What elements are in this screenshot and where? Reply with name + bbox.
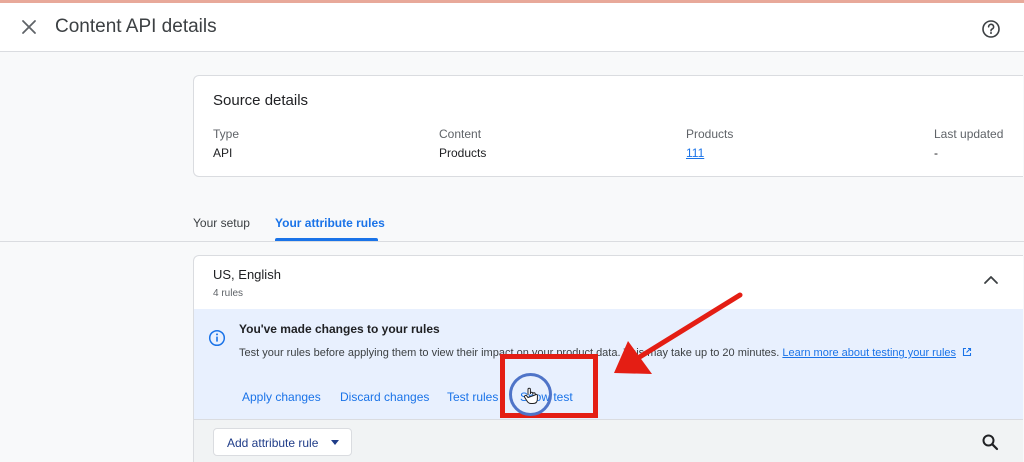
help-button[interactable] — [976, 14, 1006, 44]
search-button[interactable] — [980, 432, 1000, 452]
detail-value: - — [934, 146, 938, 160]
test-rules-button[interactable]: Test rules — [447, 390, 498, 404]
detail-content: Content Products — [439, 127, 486, 160]
page-title: Content API details — [55, 16, 217, 37]
learn-more-link[interactable]: Learn more about testing your rules — [782, 347, 956, 359]
discard-changes-button[interactable]: Discard changes — [340, 390, 429, 404]
detail-value: Products — [439, 146, 487, 160]
notice-title: You've made changes to your rules — [239, 322, 440, 336]
tab-bar: Your setup Your attribute rules — [0, 200, 1024, 242]
tab-your-attribute-rules[interactable]: Your attribute rules — [275, 216, 385, 230]
hand-cursor-icon — [524, 387, 538, 404]
detail-last-updated: Last updated - — [934, 127, 1003, 160]
add-attribute-rule-button[interactable]: Add attribute rule — [213, 428, 352, 456]
red-arrow-icon — [614, 292, 743, 374]
detail-value: API — [213, 146, 233, 160]
detail-type: Type API — [213, 127, 239, 160]
info-icon — [208, 329, 226, 347]
rules-locale-title: US, English — [213, 267, 281, 282]
search-icon — [982, 434, 999, 451]
external-link-icon — [963, 347, 972, 357]
chevron-up-icon — [984, 276, 998, 284]
products-count-link[interactable]: 111 — [686, 146, 733, 160]
help-icon — [982, 20, 1000, 38]
close-icon — [22, 20, 36, 34]
source-details-title: Source details — [213, 92, 309, 109]
app-header: Content API details — [0, 3, 1024, 52]
add-attribute-rule-label: Add attribute rule — [227, 436, 319, 450]
active-tab-indicator — [275, 238, 378, 241]
collapse-button[interactable] — [981, 272, 1001, 288]
apply-changes-button[interactable]: Apply changes — [242, 390, 321, 404]
close-button[interactable] — [14, 12, 44, 42]
detail-label: Last updated — [934, 127, 1004, 141]
rules-count: 4 rules — [213, 288, 244, 299]
detail-label: Content — [439, 127, 482, 141]
rules-toolbar: Add attribute rule — [194, 419, 1023, 462]
detail-label: Type — [213, 127, 240, 141]
detail-label: Products — [686, 127, 734, 141]
tab-your-setup[interactable]: Your setup — [193, 216, 250, 230]
detail-products: Products 111 — [686, 127, 733, 160]
source-details-card: Source details Type API Content Products… — [193, 75, 1023, 177]
caret-down-icon — [331, 440, 339, 445]
